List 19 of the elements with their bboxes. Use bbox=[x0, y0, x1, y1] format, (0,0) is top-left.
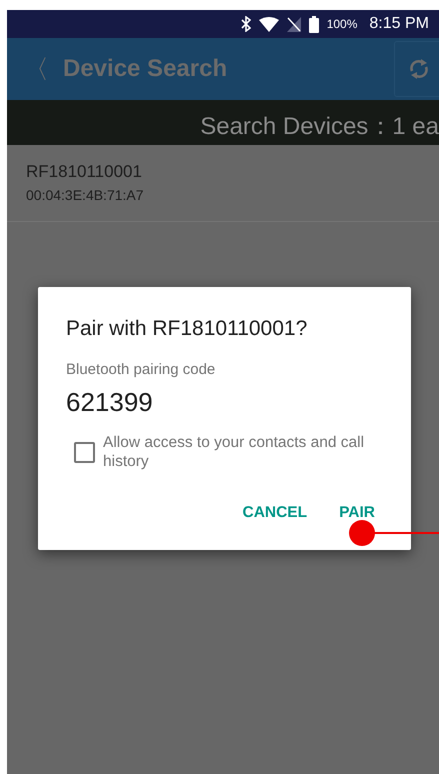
device-name: RF1810110001 bbox=[26, 161, 143, 183]
back-button[interactable]: 〈 bbox=[7, 50, 63, 88]
checkbox-label: Allow access to your contacts and call history bbox=[103, 434, 366, 472]
pairing-code: 621399 bbox=[66, 386, 154, 419]
battery-percent: 100% bbox=[326, 16, 358, 33]
dialog-title: Pair with RF1810110001? bbox=[66, 316, 308, 342]
screen-title: Device Search bbox=[63, 54, 228, 84]
code-label: Bluetooth pairing code bbox=[66, 360, 216, 380]
clock: 8:15 PM bbox=[369, 14, 429, 34]
search-summary: Search Devices：1 ea bbox=[200, 112, 439, 142]
bluetooth-icon bbox=[240, 16, 251, 32]
no-sim-icon bbox=[286, 16, 301, 32]
refresh-icon bbox=[408, 57, 430, 81]
checkbox[interactable] bbox=[74, 442, 95, 463]
wifi-icon bbox=[258, 16, 279, 32]
device-address: 00:04:3E:4B:71:A7 bbox=[26, 186, 145, 204]
battery-icon bbox=[308, 16, 319, 32]
device-list-item[interactable]: RF1810110001 00:04:3E:4B:71:A7 bbox=[7, 145, 439, 222]
cancel-button[interactable]: CANCEL bbox=[234, 495, 316, 530]
